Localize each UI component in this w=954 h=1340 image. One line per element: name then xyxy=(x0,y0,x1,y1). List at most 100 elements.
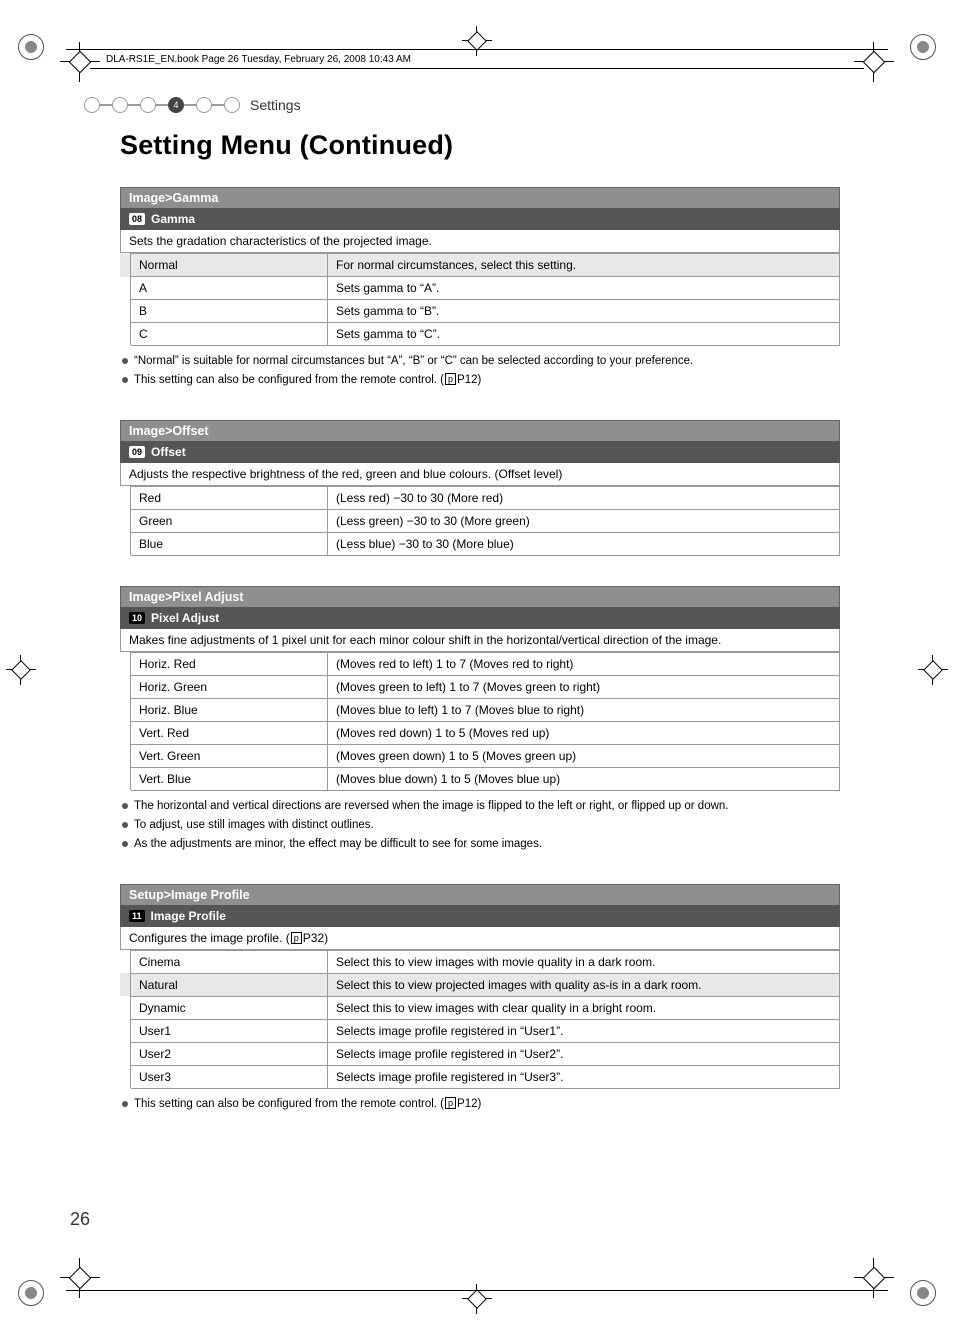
option-name: Blue xyxy=(131,532,328,555)
option-value: (Moves green to left) 1 to 7 (Moves gree… xyxy=(328,675,840,698)
section-notes: This setting can also be configured from… xyxy=(120,1095,840,1114)
breadcrumb-label: Settings xyxy=(250,97,301,113)
table-row: Green(Less green) −30 to 30 (More green) xyxy=(120,509,840,532)
table-row: NaturalSelect this to view projected ima… xyxy=(120,973,840,996)
option-value: (Moves green down) 1 to 5 (Moves green u… xyxy=(328,744,840,767)
option-name: Cinema xyxy=(131,950,328,973)
option-name: Dynamic xyxy=(131,996,328,1019)
option-name: User2 xyxy=(131,1042,328,1065)
section-subheader: 11 Image Profile xyxy=(120,905,840,927)
registration-mark-icon xyxy=(18,34,44,60)
section-subheader: 08 Gamma xyxy=(120,208,840,230)
option-name: Horiz. Blue xyxy=(131,698,328,721)
option-value: (Moves red down) 1 to 5 (Moves red up) xyxy=(328,721,840,744)
option-name: Horiz. Red xyxy=(131,652,328,675)
table-row: User1Selects image profile registered in… xyxy=(120,1019,840,1042)
step-active: 4 xyxy=(168,97,184,113)
option-value: (Less red) −30 to 30 (More red) xyxy=(328,486,840,509)
option-value: Selects image profile registered in “Use… xyxy=(328,1042,840,1065)
section-description: Adjusts the respective brightness of the… xyxy=(120,463,840,486)
table-row: Horiz. Red(Moves red to left) 1 to 7 (Mo… xyxy=(120,652,840,675)
side-mark-icon xyxy=(6,655,36,685)
note-text: This setting can also be configured from… xyxy=(120,1095,840,1114)
option-name: User3 xyxy=(131,1065,328,1088)
section-description: Makes fine adjustments of 1 pixel unit f… xyxy=(120,629,840,652)
section-pixel-adjust: Image>Pixel Adjust 10 Pixel Adjust Makes… xyxy=(120,586,840,854)
registration-mark-icon xyxy=(18,1280,44,1306)
option-value: (Moves blue to left) 1 to 7 (Moves blue … xyxy=(328,698,840,721)
page-ref-icon: p xyxy=(445,373,456,385)
option-value: Selects image profile registered in “Use… xyxy=(328,1065,840,1088)
table-row: CSets gamma to “C”. xyxy=(120,323,840,346)
option-value: Sets gamma to “C”. xyxy=(328,323,840,346)
option-value: Selects image profile registered in “Use… xyxy=(328,1019,840,1042)
options-table: CinemaSelect this to view images with mo… xyxy=(120,950,840,1089)
note-text: The horizontal and vertical directions a… xyxy=(120,797,840,816)
option-value: (Moves blue down) 1 to 5 (Moves blue up) xyxy=(328,767,840,790)
page-ref-icon: p xyxy=(445,1097,456,1109)
table-row: User3Selects image profile registered in… xyxy=(120,1065,840,1088)
option-name: Normal xyxy=(131,254,328,277)
option-value: Sets gamma to “B”. xyxy=(328,300,840,323)
option-name: A xyxy=(131,277,328,300)
option-name: Vert. Blue xyxy=(131,767,328,790)
header-rule xyxy=(90,68,864,69)
table-row: NormalFor normal circumstances, select t… xyxy=(120,254,840,277)
section-offset: Image>Offset 09 Offset Adjusts the respe… xyxy=(120,420,840,556)
item-label: Gamma xyxy=(151,212,195,226)
options-table: NormalFor normal circumstances, select t… xyxy=(120,253,840,346)
option-value: (Moves red to left) 1 to 7 (Moves red to… xyxy=(328,652,840,675)
option-name: Natural xyxy=(131,973,328,996)
running-header: DLA-RS1E_EN.book Page 26 Tuesday, Februa… xyxy=(106,54,864,65)
table-row: Vert. Green(Moves green down) 1 to 5 (Mo… xyxy=(120,744,840,767)
table-row: DynamicSelect this to view images with c… xyxy=(120,996,840,1019)
breadcrumb-stepper: 4 Settings xyxy=(84,97,301,113)
section-description: Configures the image profile. (pP32) xyxy=(120,927,840,950)
note-text: To adjust, use still images with distinc… xyxy=(120,816,840,835)
note-text: As the adjustments are minor, the effect… xyxy=(120,835,840,854)
options-table: Horiz. Red(Moves red to left) 1 to 7 (Mo… xyxy=(120,652,840,791)
option-value: Select this to view images with clear qu… xyxy=(328,996,840,1019)
section-image-profile: Setup>Image Profile 11 Image Profile Con… xyxy=(120,884,840,1114)
option-value: Select this to view images with movie qu… xyxy=(328,950,840,973)
option-value: (Less blue) −30 to 30 (More blue) xyxy=(328,532,840,555)
page-title: Setting Menu (Continued) xyxy=(120,130,840,161)
options-table: Red(Less red) −30 to 30 (More red)Green(… xyxy=(120,486,840,556)
table-row: Vert. Red(Moves red down) 1 to 5 (Moves … xyxy=(120,721,840,744)
option-name: User1 xyxy=(131,1019,328,1042)
side-mark-icon xyxy=(918,655,948,685)
section-notes: The horizontal and vertical directions a… xyxy=(120,797,840,854)
item-number-badge: 10 xyxy=(129,612,145,624)
book-page-info: DLA-RS1E_EN.book Page 26 Tuesday, Februa… xyxy=(106,54,411,65)
item-number-badge: 08 xyxy=(129,213,145,225)
option-value: (Less green) −30 to 30 (More green) xyxy=(328,509,840,532)
registration-mark-icon xyxy=(910,34,936,60)
item-number-badge: 11 xyxy=(129,910,145,922)
note-text: “Normal” is suitable for normal circumst… xyxy=(120,352,840,371)
item-label: Offset xyxy=(151,445,186,459)
option-value: Sets gamma to “A”. xyxy=(328,277,840,300)
table-row: User2Selects image profile registered in… xyxy=(120,1042,840,1065)
page-number: 26 xyxy=(70,1209,90,1230)
table-row: BSets gamma to “B”. xyxy=(120,300,840,323)
option-value: For normal circumstances, select this se… xyxy=(328,254,840,277)
section-subheader: 10 Pixel Adjust xyxy=(120,607,840,629)
table-row: Red(Less red) −30 to 30 (More red) xyxy=(120,486,840,509)
page-ref-icon: p xyxy=(291,932,302,944)
option-name: Green xyxy=(131,509,328,532)
table-row: ASets gamma to “A”. xyxy=(120,277,840,300)
section-breadcrumb: Setup>Image Profile xyxy=(120,884,840,905)
option-name: Red xyxy=(131,486,328,509)
table-row: Blue(Less blue) −30 to 30 (More blue) xyxy=(120,532,840,555)
option-value: Select this to view projected images wit… xyxy=(328,973,840,996)
section-breadcrumb: Image>Gamma xyxy=(120,187,840,208)
section-notes: “Normal” is suitable for normal circumst… xyxy=(120,352,840,390)
option-name: Vert. Red xyxy=(131,721,328,744)
note-text: This setting can also be configured from… xyxy=(120,371,840,390)
item-number-badge: 09 xyxy=(129,446,145,458)
item-label: Pixel Adjust xyxy=(151,611,219,625)
table-row: Vert. Blue(Moves blue down) 1 to 5 (Move… xyxy=(120,767,840,790)
table-row: Horiz. Green(Moves green to left) 1 to 7… xyxy=(120,675,840,698)
section-breadcrumb: Image>Pixel Adjust xyxy=(120,586,840,607)
registration-mark-icon xyxy=(910,1280,936,1306)
